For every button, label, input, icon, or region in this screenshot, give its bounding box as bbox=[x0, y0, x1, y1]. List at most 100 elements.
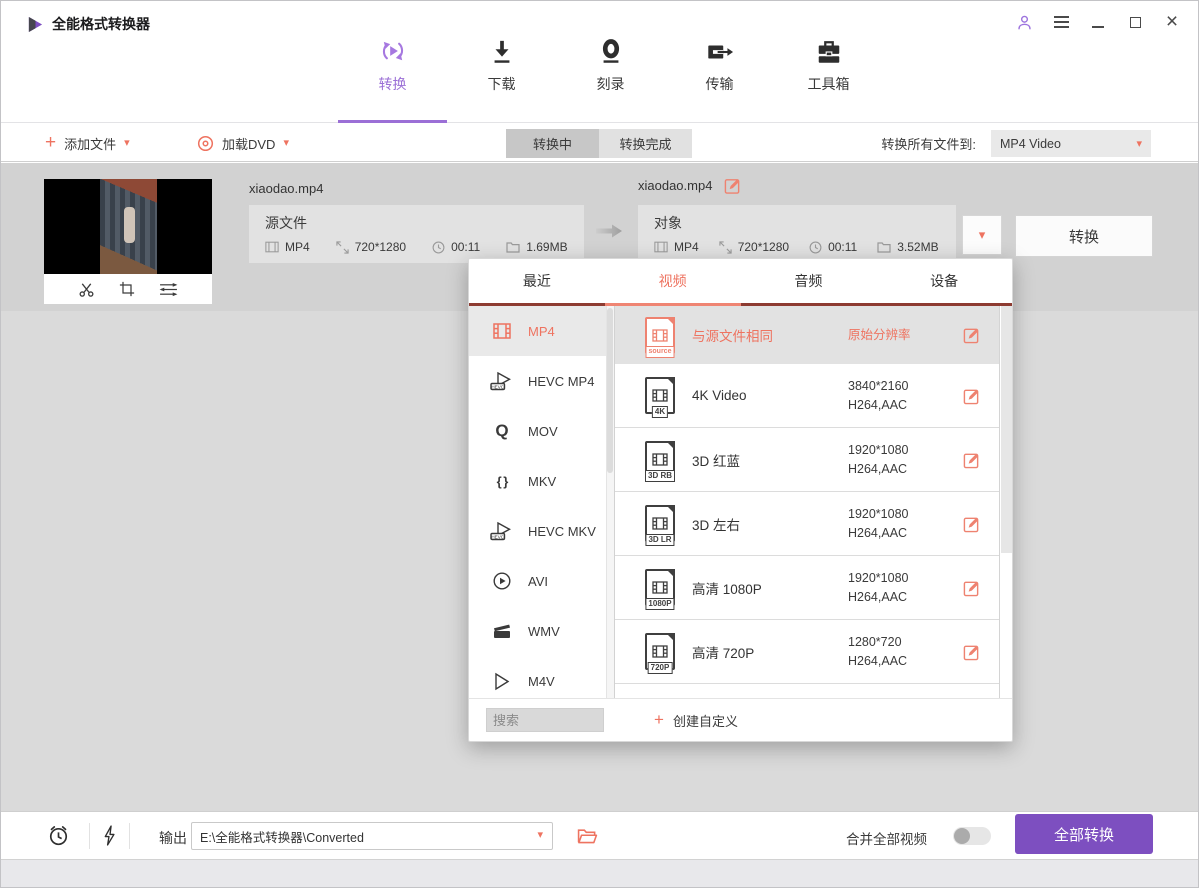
merge-videos-label: 合并全部视频 bbox=[846, 828, 927, 848]
target-filename-row: xiaodao.mp4 bbox=[638, 177, 741, 194]
bottom-bar: 输出 ▾ 合并全部视频 全部转换 bbox=[1, 811, 1198, 859]
edit-icon[interactable] bbox=[963, 327, 980, 344]
merge-videos-toggle[interactable] bbox=[953, 827, 991, 845]
popup-tab-video[interactable]: 视频 bbox=[605, 259, 741, 303]
popup-tab-recent[interactable]: 最近 bbox=[469, 259, 605, 303]
add-files-label: 添加文件 bbox=[64, 134, 116, 153]
format-item-hevc-mkv[interactable]: HEVC HEVC MKV bbox=[469, 506, 614, 556]
format-item-wmv[interactable]: WMV bbox=[469, 606, 614, 656]
tab-converted[interactable]: 转换完成 bbox=[599, 129, 692, 158]
nav-download[interactable]: 下载 bbox=[447, 34, 556, 94]
popup-tab-device[interactable]: 设备 bbox=[876, 259, 1012, 303]
source-panel: 源文件 MP4 720*1280 00:11 bbox=[249, 205, 584, 263]
hevc-play-icon: HEVC bbox=[489, 370, 515, 392]
film-icon bbox=[265, 241, 279, 253]
preset-3d-redblue[interactable]: 3D RB 3D 红蓝 1920*1080 H264,AAC bbox=[615, 428, 1012, 492]
output-path-input[interactable] bbox=[192, 823, 552, 849]
rename-edit-icon[interactable] bbox=[724, 177, 741, 194]
format-item-avi[interactable]: AVI bbox=[469, 556, 614, 606]
toolbox-icon bbox=[814, 34, 844, 66]
nav-convert[interactable]: 转换 bbox=[338, 34, 447, 94]
preset-codec: H264,AAC bbox=[848, 461, 908, 477]
toggle-knob bbox=[954, 828, 970, 844]
target-format-dropdown-button[interactable]: ▾ bbox=[962, 215, 1002, 255]
menu-icon[interactable] bbox=[1051, 12, 1071, 32]
load-dvd-button[interactable]: 加载DVD ▾ bbox=[197, 124, 289, 162]
format-item-mp4[interactable]: MP4 bbox=[469, 306, 614, 356]
preset-3d-leftright[interactable]: 3D LR 3D 左右 1920*1080H264,AAC bbox=[615, 492, 1012, 556]
format-item-m4v[interactable]: M4V bbox=[469, 656, 614, 698]
preset-badge: 4K bbox=[652, 406, 668, 418]
video-frame bbox=[100, 179, 157, 274]
app-logo-icon bbox=[27, 16, 44, 33]
open-folder-icon[interactable] bbox=[577, 828, 598, 845]
preset-hd-720p[interactable]: 720P 高清 720P 1280*720H264,AAC bbox=[615, 620, 1012, 684]
edit-icon[interactable] bbox=[963, 387, 980, 404]
preset-detail: 原始分辨率 bbox=[848, 327, 911, 343]
maximize-button[interactable] bbox=[1125, 12, 1145, 32]
effects-adjust-icon[interactable] bbox=[159, 282, 178, 297]
output-path-dropdown[interactable]: ▾ bbox=[191, 822, 553, 850]
edit-icon[interactable] bbox=[963, 451, 980, 468]
convert-all-to-label: 转换所有文件到: bbox=[881, 124, 976, 162]
preset-hd-1080p[interactable]: 1080P 高清 1080P 1920*1080H264,AAC bbox=[615, 556, 1012, 620]
performance-bolt-icon[interactable] bbox=[103, 825, 116, 846]
svg-text:HEVC: HEVC bbox=[491, 384, 504, 389]
caret-down-icon: ▾ bbox=[537, 830, 543, 840]
active-nav-underline bbox=[338, 120, 447, 123]
account-icon[interactable] bbox=[1014, 12, 1034, 32]
edit-icon[interactable] bbox=[963, 643, 980, 660]
toolbar: + 添加文件 ▾ 加载DVD ▾ 转换中 转换完成 转换所有文件到: MP4 V… bbox=[1, 124, 1198, 162]
crop-icon[interactable] bbox=[119, 281, 135, 297]
caret-down-icon: ▾ bbox=[124, 138, 130, 148]
nav-toolbox[interactable]: 工具箱 bbox=[774, 34, 883, 94]
format-list-scrollbar[interactable] bbox=[606, 306, 614, 698]
add-files-button[interactable]: + 添加文件 ▾ bbox=[45, 124, 130, 162]
folder-icon bbox=[506, 241, 520, 253]
format-item-hevc-mp4[interactable]: HEVC HEVC MP4 bbox=[469, 356, 614, 406]
edit-icon[interactable] bbox=[963, 515, 980, 532]
video-thumbnail[interactable] bbox=[44, 179, 212, 274]
download-icon bbox=[489, 34, 515, 66]
target-duration: 00:11 bbox=[809, 240, 857, 254]
preset-list-scrollbar[interactable] bbox=[999, 306, 1012, 698]
window-controls: × bbox=[1014, 12, 1182, 32]
tab-converting[interactable]: 转换中 bbox=[506, 129, 599, 158]
target-format: MP4 bbox=[654, 240, 699, 254]
schedule-alarm-icon[interactable] bbox=[47, 824, 70, 847]
nav-download-label: 下载 bbox=[488, 74, 516, 94]
preset-name: 与源文件相同 bbox=[692, 325, 848, 345]
scrollbar-thumb[interactable] bbox=[607, 308, 613, 473]
nav-burn-label: 刻录 bbox=[597, 74, 625, 94]
preset-resolution: 1920*1080 bbox=[848, 442, 908, 458]
output-format-dropdown[interactable]: MP4 Video ▾ bbox=[991, 130, 1151, 157]
preset-resolution: 1280*720 bbox=[848, 634, 907, 650]
close-button[interactable]: × bbox=[1162, 12, 1182, 32]
trim-scissors-icon[interactable] bbox=[78, 281, 95, 298]
preset-resolution: 1920*1080 bbox=[848, 506, 908, 522]
convert-all-button[interactable]: 全部转换 bbox=[1015, 814, 1153, 854]
video-file-icon: 3D RB bbox=[645, 441, 675, 478]
preset-same-as-source[interactable]: source 与源文件相同 原始分辨率 bbox=[615, 306, 1012, 364]
popup-tab-audio[interactable]: 音频 bbox=[741, 259, 877, 303]
plus-icon: + bbox=[45, 134, 56, 152]
create-custom-button[interactable]: + 创建自定义 bbox=[654, 711, 738, 730]
divider bbox=[89, 823, 90, 849]
film-icon bbox=[654, 241, 668, 253]
search-input[interactable] bbox=[486, 708, 604, 732]
main-nav: 转换 下载 刻录 传输 bbox=[338, 34, 883, 94]
preset-4k-video[interactable]: 4K 4K Video 3840*2160H264,AAC bbox=[615, 364, 1012, 428]
minimize-button[interactable] bbox=[1088, 12, 1108, 32]
format-item-mov[interactable]: Q MOV bbox=[469, 406, 614, 456]
nav-burn[interactable]: 刻录 bbox=[556, 34, 665, 94]
preset-badge: 3D LR bbox=[645, 534, 674, 546]
source-format: MP4 bbox=[265, 240, 310, 254]
preset-name: 3D 红蓝 bbox=[692, 450, 848, 470]
scrollbar-thumb[interactable] bbox=[1001, 306, 1012, 553]
convert-file-button[interactable]: 转换 bbox=[1015, 215, 1153, 257]
edit-icon[interactable] bbox=[963, 579, 980, 596]
preset-name: 3D 左右 bbox=[692, 514, 848, 534]
format-item-mkv[interactable]: { } MKV bbox=[469, 456, 614, 506]
nav-transfer[interactable]: 传输 bbox=[665, 34, 774, 94]
caret-down-icon: ▾ bbox=[979, 230, 986, 240]
